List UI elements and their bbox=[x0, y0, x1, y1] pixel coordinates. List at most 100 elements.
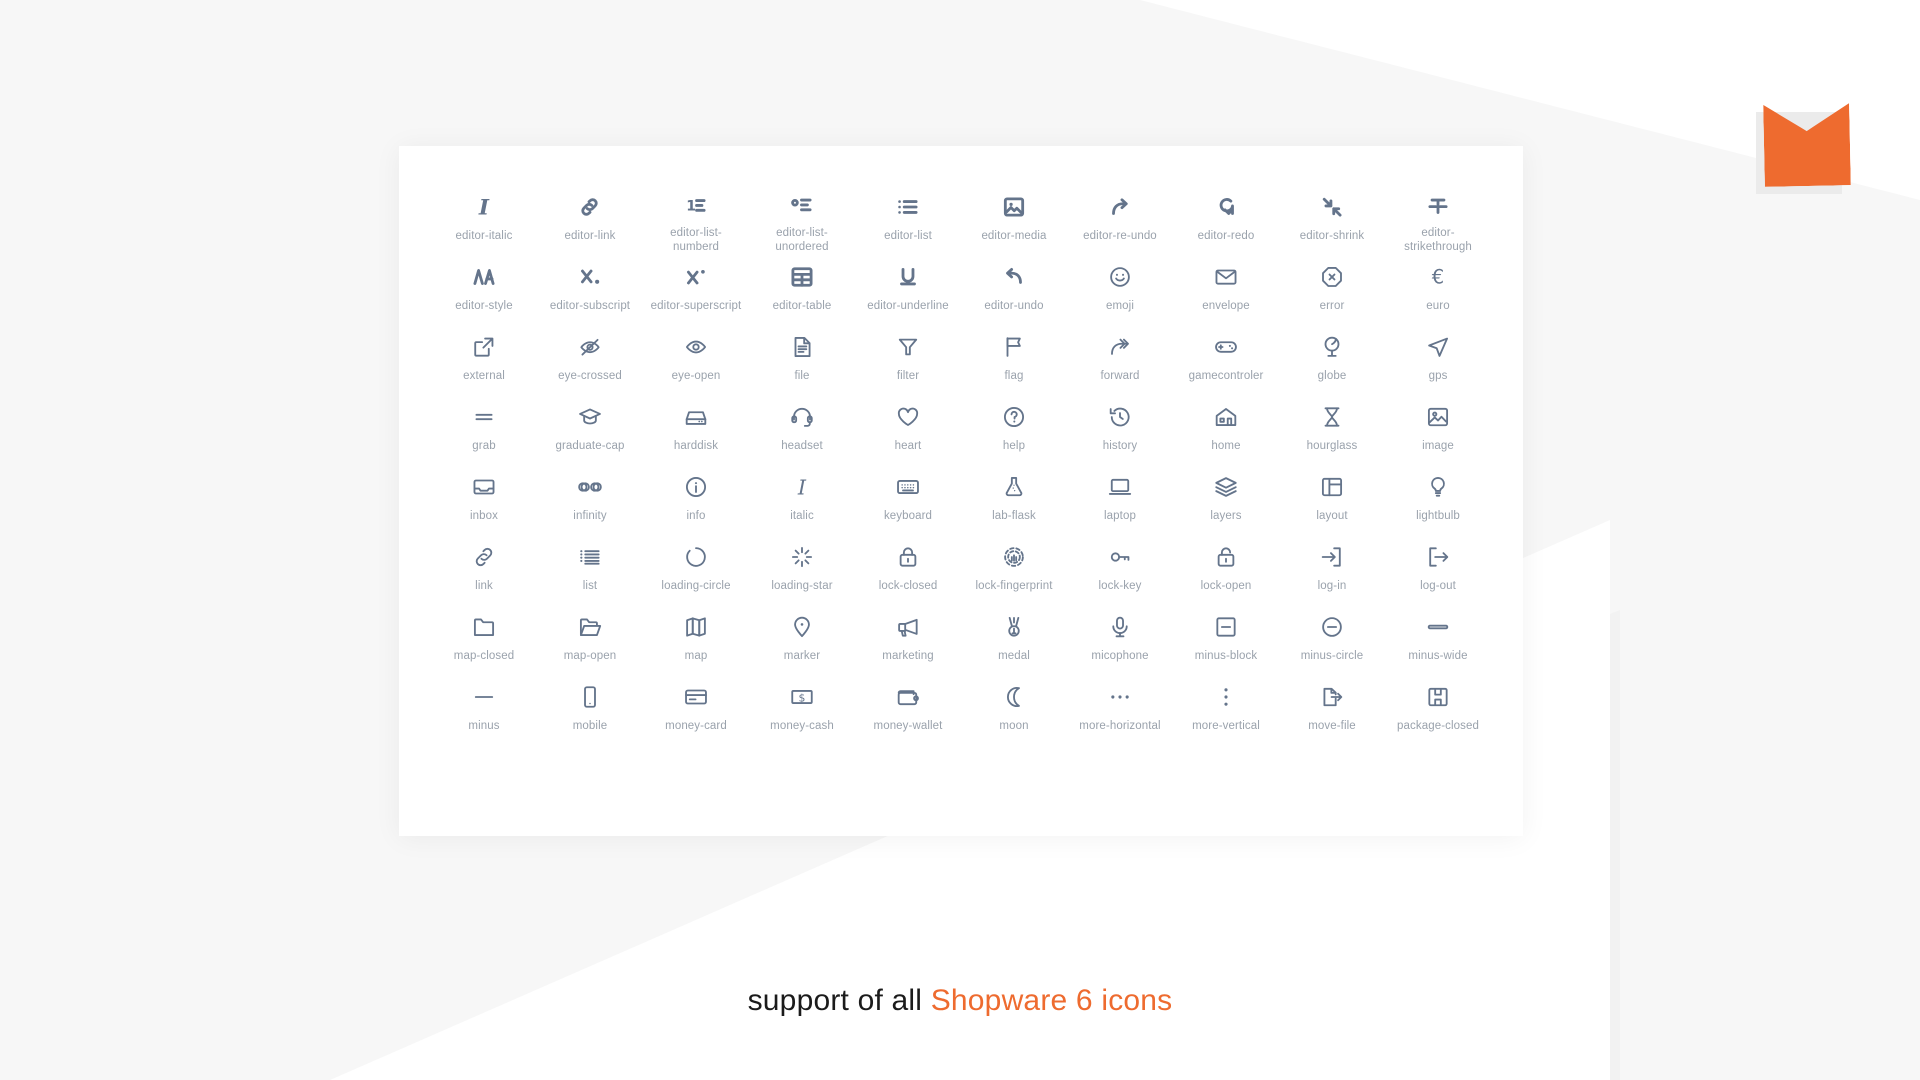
icon-cell[interactable]: file bbox=[749, 324, 855, 394]
icon-cell[interactable]: laptop bbox=[1067, 464, 1173, 534]
icon-cell[interactable]: editor-underline bbox=[855, 254, 961, 324]
icon-cell[interactable]: medal bbox=[961, 604, 1067, 674]
icon-cell[interactable]: layout bbox=[1279, 464, 1385, 534]
icon-cell[interactable]: editor-link bbox=[537, 184, 643, 254]
icon-cell[interactable]: map bbox=[643, 604, 749, 674]
icon-cell[interactable]: editor-superscript bbox=[643, 254, 749, 324]
icon-cell[interactable]: graduate-cap bbox=[537, 394, 643, 464]
icon-cell[interactable]: moon bbox=[961, 674, 1067, 744]
icon-cell[interactable]: lock-open bbox=[1173, 534, 1279, 604]
icon-cell[interactable]: headset bbox=[749, 394, 855, 464]
icon-cell[interactable]: mobile bbox=[537, 674, 643, 744]
icon-cell[interactable]: micophone bbox=[1067, 604, 1173, 674]
icon-label: editor-italic bbox=[455, 230, 513, 242]
icon-cell[interactable]: map-closed bbox=[431, 604, 537, 674]
icon-cell[interactable]: Iitalic bbox=[749, 464, 855, 534]
history-icon bbox=[1107, 400, 1133, 434]
icon-cell[interactable]: hourglass bbox=[1279, 394, 1385, 464]
icon-cell[interactable]: error bbox=[1279, 254, 1385, 324]
money-cash-icon: $ bbox=[789, 680, 815, 714]
icon-cell[interactable]: envelope bbox=[1173, 254, 1279, 324]
keyboard-icon bbox=[895, 470, 921, 504]
icon-cell[interactable]: gamecontroler bbox=[1173, 324, 1279, 394]
icon-cell[interactable]: info bbox=[643, 464, 749, 534]
icon-cell[interactable]: help bbox=[961, 394, 1067, 464]
icon-cell[interactable]: log-out bbox=[1385, 534, 1491, 604]
icon-cell[interactable]: editor-media bbox=[961, 184, 1067, 254]
icon-cell[interactable]: minus-circle bbox=[1279, 604, 1385, 674]
icon-cell[interactable]: lock-closed bbox=[855, 534, 961, 604]
shopware-logo bbox=[1756, 104, 1850, 194]
icon-cell[interactable]: editor-re-undo bbox=[1067, 184, 1173, 254]
icon-cell[interactable]: minus-block bbox=[1173, 604, 1279, 674]
icon-cell[interactable]: lock-key bbox=[1067, 534, 1173, 604]
icon-label: layers bbox=[1210, 510, 1242, 522]
icon-cell[interactable]: editor-table bbox=[749, 254, 855, 324]
icon-cell[interactable]: external bbox=[431, 324, 537, 394]
icon-cell[interactable]: editor-shrink bbox=[1279, 184, 1385, 254]
icon-cell[interactable]: marker bbox=[749, 604, 855, 674]
icon-cell[interactable]: minus-wide bbox=[1385, 604, 1491, 674]
icon-cell[interactable]: infinity bbox=[537, 464, 643, 534]
icon-cell[interactable]: loading-star bbox=[749, 534, 855, 604]
icon-cell[interactable]: money-card bbox=[643, 674, 749, 744]
icon-cell[interactable]: 1 editor-list-numberd bbox=[643, 184, 749, 254]
icon-cell[interactable]: eye-open bbox=[643, 324, 749, 394]
icon-label: link bbox=[475, 580, 493, 592]
icon-cell[interactable]: flag bbox=[961, 324, 1067, 394]
icon-cell[interactable]: eye-crossed bbox=[537, 324, 643, 394]
icon-cell[interactable]: money-wallet bbox=[855, 674, 961, 744]
icon-cell[interactable]: keyboard bbox=[855, 464, 961, 534]
icon-cell[interactable]: editor-list bbox=[855, 184, 961, 254]
icon-label: editor-subscript bbox=[549, 300, 631, 312]
icon-cell[interactable]: filter bbox=[855, 324, 961, 394]
icon-cell[interactable]: grab bbox=[431, 394, 537, 464]
file-icon bbox=[789, 330, 815, 364]
icon-cell[interactable]: editor-redo bbox=[1173, 184, 1279, 254]
icon-cell[interactable]: loading-circle bbox=[643, 534, 749, 604]
icon-cell[interactable]: more-vertical bbox=[1173, 674, 1279, 744]
icon-cell[interactable]: log-in bbox=[1279, 534, 1385, 604]
icon-cell[interactable]: editor-subscript bbox=[537, 254, 643, 324]
icon-label: help bbox=[1002, 440, 1026, 452]
icon-cell[interactable]: editor-list-unordered bbox=[749, 184, 855, 254]
icon-label: hourglass bbox=[1306, 440, 1358, 452]
icon-cell[interactable]: link bbox=[431, 534, 537, 604]
icon-cell[interactable]: heart bbox=[855, 394, 961, 464]
icon-cell[interactable]: image bbox=[1385, 394, 1491, 464]
icon-cell[interactable]: gps bbox=[1385, 324, 1491, 394]
icon-grid: Ieditor-italic editor-link 1 editor-list-nu… bbox=[399, 184, 1523, 744]
error-icon bbox=[1319, 260, 1345, 294]
icon-cell[interactable]: forward bbox=[1067, 324, 1173, 394]
icon-label: lock-fingerprint bbox=[975, 580, 1053, 592]
filter-icon bbox=[895, 330, 921, 364]
icon-cell[interactable]: editor-strikethrough bbox=[1385, 184, 1491, 254]
icon-cell[interactable]: marketing bbox=[855, 604, 961, 674]
icon-cell[interactable]: editor-undo bbox=[961, 254, 1067, 324]
icon-cell[interactable]: harddisk bbox=[643, 394, 749, 464]
icon-cell[interactable]: minus bbox=[431, 674, 537, 744]
icon-cell[interactable]: € euro bbox=[1385, 254, 1491, 324]
icon-label: loading-star bbox=[771, 580, 833, 592]
icon-cell[interactable]: move-file bbox=[1279, 674, 1385, 744]
editor-media-icon bbox=[1001, 190, 1027, 224]
icon-cell[interactable]: map-open bbox=[537, 604, 643, 674]
icon-cell[interactable]: emoji bbox=[1067, 254, 1173, 324]
icon-cell[interactable]: globe bbox=[1279, 324, 1385, 394]
icon-cell[interactable]: home bbox=[1173, 394, 1279, 464]
icon-label: editor-superscript bbox=[650, 300, 742, 312]
flag-icon bbox=[1001, 330, 1027, 364]
icon-cell[interactable]: list bbox=[537, 534, 643, 604]
icon-cell[interactable]: editor-style bbox=[431, 254, 537, 324]
icon-cell[interactable]: package-closed bbox=[1385, 674, 1491, 744]
icon-cell[interactable]: lab-flask bbox=[961, 464, 1067, 534]
icon-cell[interactable]: more-horizontal bbox=[1067, 674, 1173, 744]
list-icon bbox=[577, 540, 603, 574]
icon-cell[interactable]: lock-fingerprint bbox=[961, 534, 1067, 604]
icon-cell[interactable]: history bbox=[1067, 394, 1173, 464]
icon-cell[interactable]: $ money-cash bbox=[749, 674, 855, 744]
icon-cell[interactable]: layers bbox=[1173, 464, 1279, 534]
icon-cell[interactable]: lightbulb bbox=[1385, 464, 1491, 534]
icon-cell[interactable]: Ieditor-italic bbox=[431, 184, 537, 254]
icon-cell[interactable]: inbox bbox=[431, 464, 537, 534]
